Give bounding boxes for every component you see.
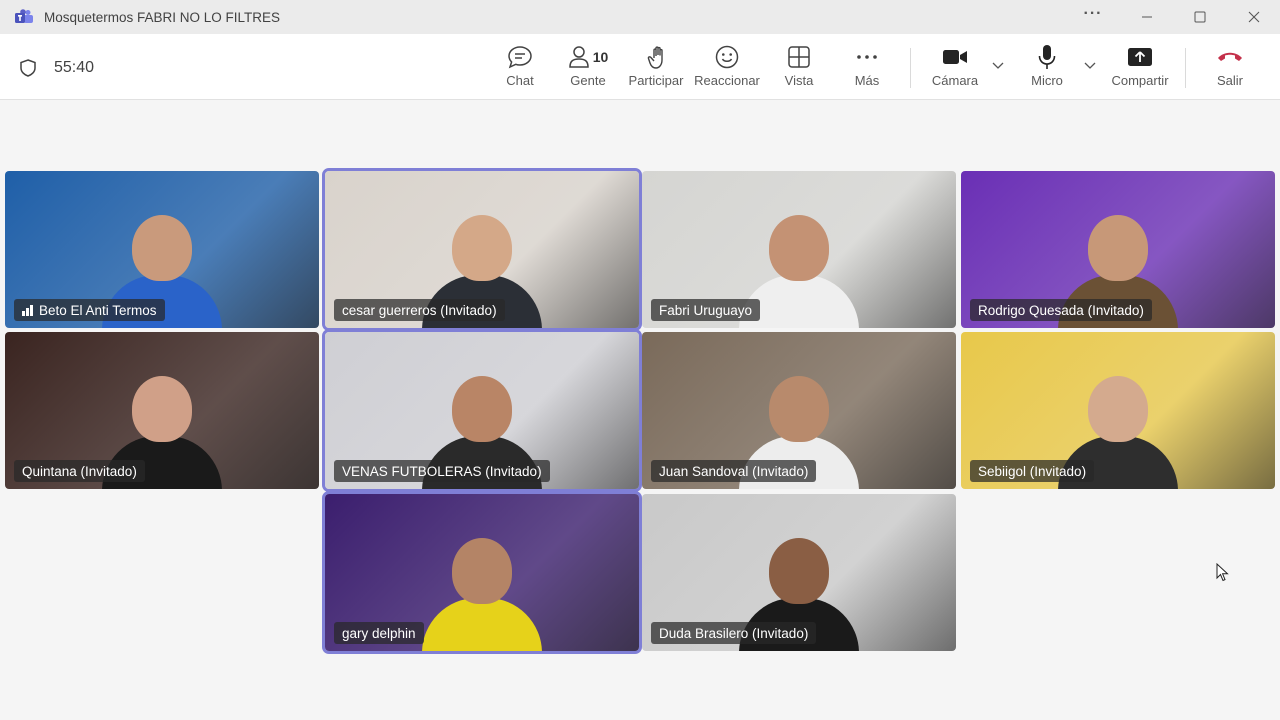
participant-name: gary delphin [342,625,416,641]
minimize-button[interactable] [1124,0,1170,34]
participant-name: Quintana (Invitado) [22,463,137,479]
react-label: Reaccionar [694,73,760,88]
raise-hand-button[interactable]: Participar [627,44,685,92]
grid-view-icon [788,46,810,68]
chat-icon [508,46,532,69]
participant-tile[interactable]: Rodrigo Quesada (Invitado) [961,171,1275,328]
more-button[interactable]: Más [852,44,882,92]
participant-tile[interactable]: Sebiigol (Invitado) [961,332,1275,489]
participant-name: Duda Brasilero (Invitado) [659,625,809,641]
participant-name-tag: Beto El Anti Termos [14,299,165,321]
react-button[interactable]: Reaccionar [694,44,760,92]
share-button[interactable]: Compartir [1108,44,1172,92]
participant-tile[interactable]: Juan Sandoval (Invitado) [642,332,956,489]
signal-strength-icon [22,304,33,316]
hand-icon [647,46,663,69]
shield-icon[interactable] [18,58,38,78]
leave-button[interactable]: Salir [1212,44,1248,92]
chat-label: Chat [506,73,534,88]
participant-tile[interactable]: cesar guerreros (Invitado) [322,168,642,331]
minimize-icon [1142,16,1152,18]
meeting-toolbar: 55:40 Chat 10 Gente Participar Reacciona… [0,34,1280,100]
participant-name-tag: gary delphin [334,622,424,644]
participant-tile[interactable]: Fabri Uruguayo [642,171,956,328]
toolbar-divider [1185,48,1186,88]
participant-name: cesar guerreros (Invitado) [342,302,497,318]
camera-icon [943,50,967,64]
participant-tile[interactable]: Quintana (Invitado) [5,332,319,489]
mic-button[interactable]: Micro [1028,44,1066,92]
camera-options-chevron-icon[interactable] [991,58,1005,72]
window-title: Mosquetermos FABRI NO LO FILTRES [44,10,281,25]
participant-name: Rodrigo Quesada (Invitado) [978,302,1144,318]
camera-button[interactable]: Cámara [930,44,980,92]
participant-name: Beto El Anti Termos [39,302,157,318]
view-label: Vista [784,73,814,88]
participant-name-tag: Fabri Uruguayo [651,299,761,321]
participant-name-tag: Sebiigol (Invitado) [970,460,1095,482]
participant-name: Fabri Uruguayo [659,302,753,318]
participant-name: Sebiigol (Invitado) [978,463,1087,479]
title-bar: Mosquetermos FABRI NO LO FILTRES ··· [0,0,1280,34]
participant-name-tag: cesar guerreros (Invitado) [334,299,505,321]
view-button[interactable]: Vista [782,44,816,92]
window-more-button[interactable]: ··· [1070,0,1116,31]
people-icon [568,46,589,68]
hang-up-icon [1218,52,1242,61]
mic-label: Micro [1031,73,1063,88]
mouse-cursor-icon [1216,563,1229,582]
meeting-timer: 55:40 [54,59,95,76]
share-screen-icon [1128,48,1152,66]
camera-label: Cámara [931,73,979,88]
share-label: Compartir [1111,73,1169,88]
participant-name: Juan Sandoval (Invitado) [659,463,809,479]
people-count: 10 [592,49,609,65]
maximize-icon [1194,11,1206,23]
mic-options-chevron-icon[interactable] [1083,58,1097,72]
participant-name-tag: Quintana (Invitado) [14,460,145,482]
participant-name-tag: Juan Sandoval (Invitado) [651,460,817,482]
participant-name-tag: VENAS FUTBOLERAS (Invitado) [334,460,550,482]
leave-label: Salir [1216,73,1243,88]
participant-tile[interactable]: Beto El Anti Termos [5,171,319,328]
teams-logo-icon [15,9,33,23]
people-label: Gente [570,73,606,88]
participant-name-tag: Duda Brasilero (Invitado) [651,622,817,644]
more-label: Más [854,73,880,88]
maximize-button[interactable] [1177,0,1223,34]
participant-silhouette [422,526,542,651]
participant-name-tag: Rodrigo Quesada (Invitado) [970,299,1152,321]
close-icon [1248,11,1260,23]
participant-tile[interactable]: gary delphin [322,491,642,654]
participant-tile[interactable]: Duda Brasilero (Invitado) [642,494,956,651]
toolbar-divider [910,48,911,88]
close-button[interactable] [1231,0,1277,34]
more-dots-icon [857,55,877,59]
participant-name: VENAS FUTBOLERAS (Invitado) [342,463,542,479]
smiley-icon [715,45,739,69]
microphone-icon [1038,45,1056,69]
chat-button[interactable]: Chat [503,44,537,92]
raise-hand-label: Participar [628,73,684,88]
people-button[interactable]: 10 Gente [565,44,611,92]
participant-tile[interactable]: VENAS FUTBOLERAS (Invitado) [322,329,642,492]
